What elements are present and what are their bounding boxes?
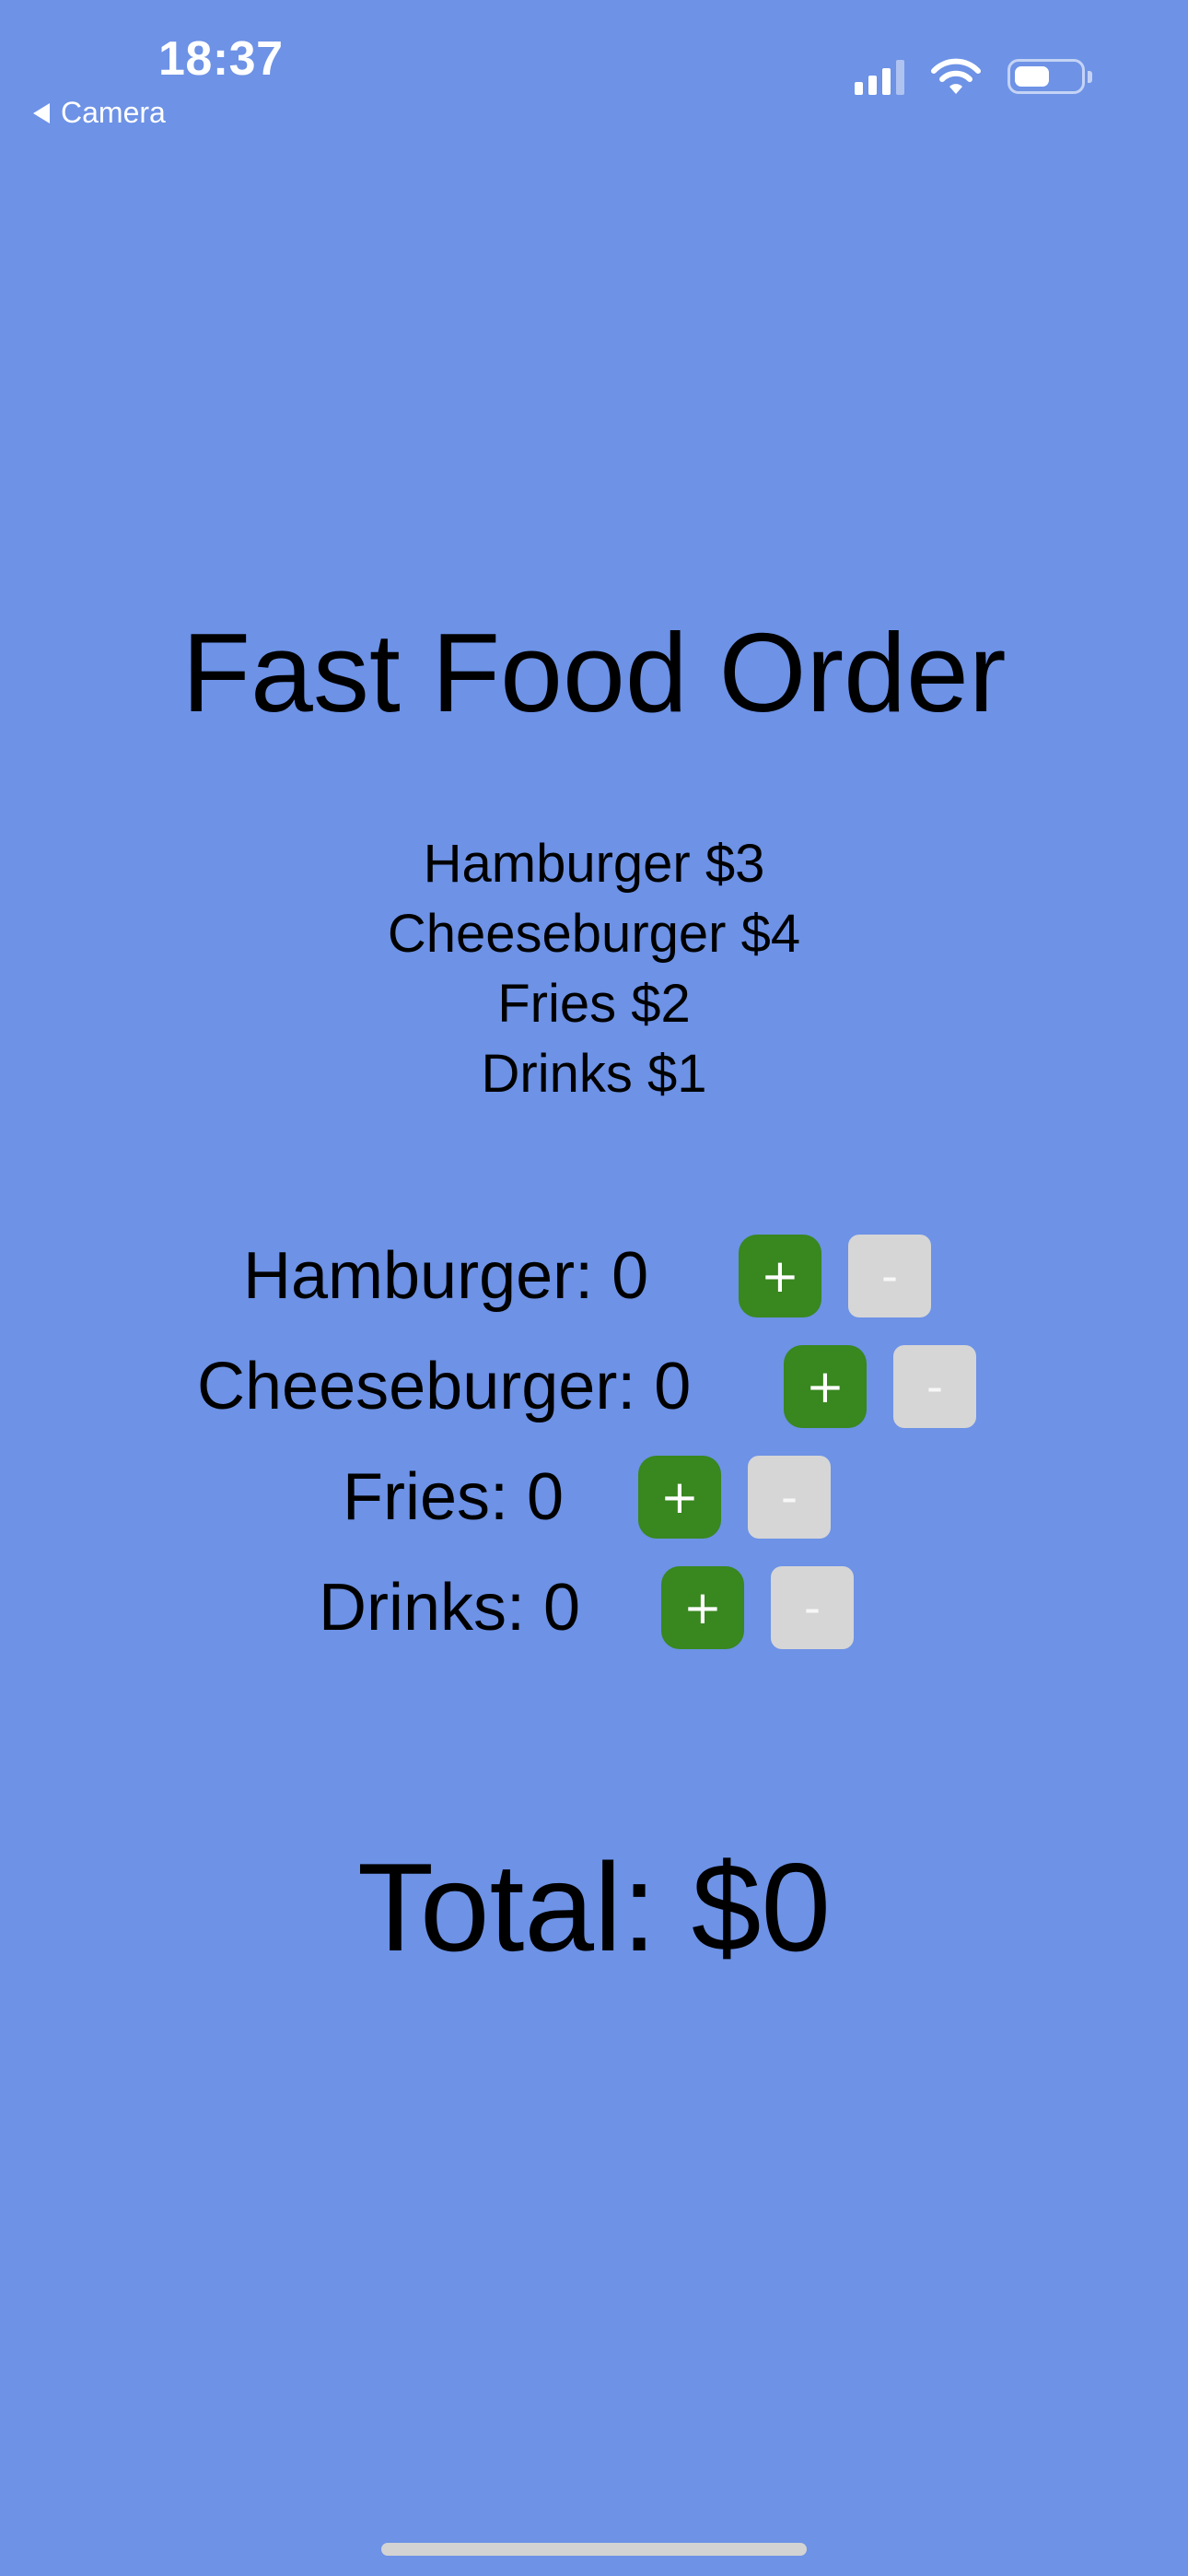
- menu-price-list: Hamburger $3 Cheeseburger $4 Fries $2 Dr…: [0, 829, 1188, 1109]
- order-row-fries: Fries: 0 + -: [343, 1456, 831, 1539]
- cheeseburger-count-label: Cheeseburger: 0: [197, 1350, 692, 1423]
- hamburger-minus-button[interactable]: -: [848, 1235, 931, 1317]
- back-to-camera-link[interactable]: Camera: [33, 96, 166, 130]
- menu-item-fries: Fries $2: [497, 974, 691, 1034]
- status-time: 18:37: [158, 32, 284, 86]
- order-total: Total: $0: [356, 1837, 832, 1977]
- fries-count-label: Fries: 0: [343, 1460, 565, 1534]
- wifi-icon: [931, 58, 981, 94]
- back-arrow-icon: [33, 102, 50, 123]
- cheeseburger-plus-button[interactable]: +: [784, 1345, 867, 1428]
- order-row-cheeseburger: Cheeseburger: 0 + -: [197, 1345, 976, 1428]
- fries-plus-button[interactable]: +: [638, 1456, 721, 1539]
- back-app-label: Camera: [61, 96, 166, 129]
- status-icons: [855, 57, 1092, 96]
- menu-item-cheeseburger: Cheeseburger $4: [387, 904, 801, 964]
- hamburger-count-label: Hamburger: 0: [243, 1239, 649, 1313]
- order-row-drinks: Drinks: 0 + -: [319, 1566, 854, 1649]
- drinks-count-label: Drinks: 0: [319, 1571, 581, 1645]
- drinks-minus-button[interactable]: -: [771, 1566, 854, 1649]
- menu-item-hamburger: Hamburger $3: [423, 834, 765, 894]
- battery-icon: [1007, 59, 1092, 94]
- order-row-hamburger: Hamburger: 0 + -: [243, 1235, 931, 1317]
- page-title: Fast Food Order: [181, 610, 1007, 735]
- hamburger-plus-button[interactable]: +: [739, 1235, 821, 1317]
- cellular-signal-icon: [855, 58, 904, 95]
- menu-item-drinks: Drinks $1: [481, 1044, 707, 1104]
- fries-minus-button[interactable]: -: [748, 1456, 831, 1539]
- cheeseburger-minus-button[interactable]: -: [893, 1345, 976, 1428]
- drinks-plus-button[interactable]: +: [661, 1566, 744, 1649]
- home-indicator[interactable]: [381, 2543, 807, 2556]
